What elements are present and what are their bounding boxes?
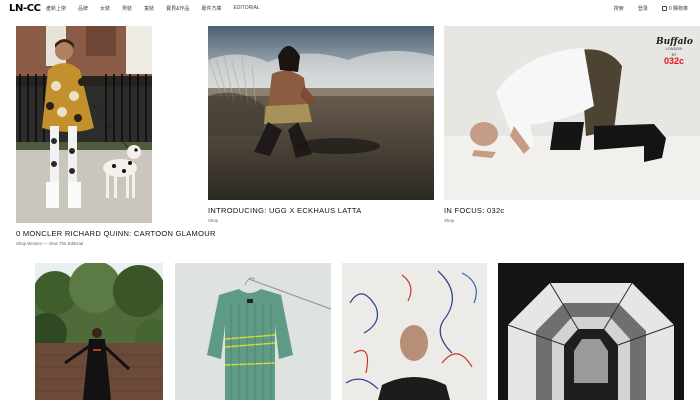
site-logo[interactable]: LN-CC [9, 3, 41, 14]
artist-studio-illustration [342, 263, 487, 400]
editorial-image-garden[interactable] [35, 263, 163, 400]
product-image-knit-sweater[interactable] [175, 263, 331, 400]
feature-image-moncler[interactable] [16, 26, 152, 223]
sweater-on-hanger-illustration [175, 263, 331, 400]
feature-subtitle-032c[interactable]: Shop [444, 218, 454, 223]
primary-nav: 產新上架 品牌 女裝 男裝 童裝 寶貝&作品 專件方庫 EDITORIAL [46, 5, 272, 12]
collab-032c: 032c [663, 56, 685, 66]
feature-image-ugg[interactable] [208, 26, 434, 200]
nav-link-men[interactable]: 男裝 [122, 5, 132, 12]
top-navigation: LN-CC 產新上架 品牌 女裝 男裝 童裝 寶貝&作品 專件方庫 EDITOR… [0, 0, 700, 16]
feature-image-032c[interactable]: Buffalo LONDON BY 032c [444, 26, 700, 200]
feature-title-ugg[interactable]: INTRODUCING: UGG X ECKHAUS LATTA [208, 206, 362, 215]
feature-subtitle-moncler[interactable]: Shop Women — View The Editorial [16, 241, 83, 246]
desert-portrait-illustration [208, 26, 434, 200]
editorial-image-artist[interactable] [342, 263, 487, 400]
collab-brand: Buffalo [656, 37, 693, 47]
editorial-image-tunnel[interactable] [498, 263, 684, 400]
login-link[interactable]: 登录 [638, 5, 648, 12]
feature-title-moncler[interactable]: 0 MONCLER RICHARD QUINN: CARTOON GLAMOUR [16, 229, 216, 238]
nav-link-editorial[interactable]: EDITORIAL [233, 5, 259, 12]
feature-title-032c[interactable]: IN FOCUS: 032c [444, 206, 504, 215]
bag-icon [661, 6, 667, 11]
garden-wall-illustration [35, 263, 163, 400]
nav-link-women[interactable]: 女裝 [100, 5, 110, 12]
nav-link-brands[interactable]: 品牌 [78, 5, 88, 12]
collab-logo: Buffalo LONDON BY 032c [656, 37, 693, 66]
search-link[interactable]: 搜索 [614, 5, 624, 12]
nav-link-new-arrivals[interactable]: 產新上架 [46, 5, 66, 12]
nav-link-archive[interactable]: 專件方庫 [201, 5, 221, 12]
street-scene-illustration [16, 26, 152, 223]
octagon-tunnel-illustration [498, 263, 684, 400]
shopping-bag-link[interactable]: 0 購物車 [661, 5, 688, 12]
collab-city: LONDON [665, 47, 683, 51]
feature-subtitle-ugg[interactable]: Shop [208, 218, 218, 223]
nav-link-kids[interactable]: 童裝 [144, 5, 154, 12]
nav-link-lifestyle[interactable]: 寶貝&作品 [166, 5, 189, 12]
account-nav: 搜索 登录 0 購物車 [600, 5, 688, 12]
